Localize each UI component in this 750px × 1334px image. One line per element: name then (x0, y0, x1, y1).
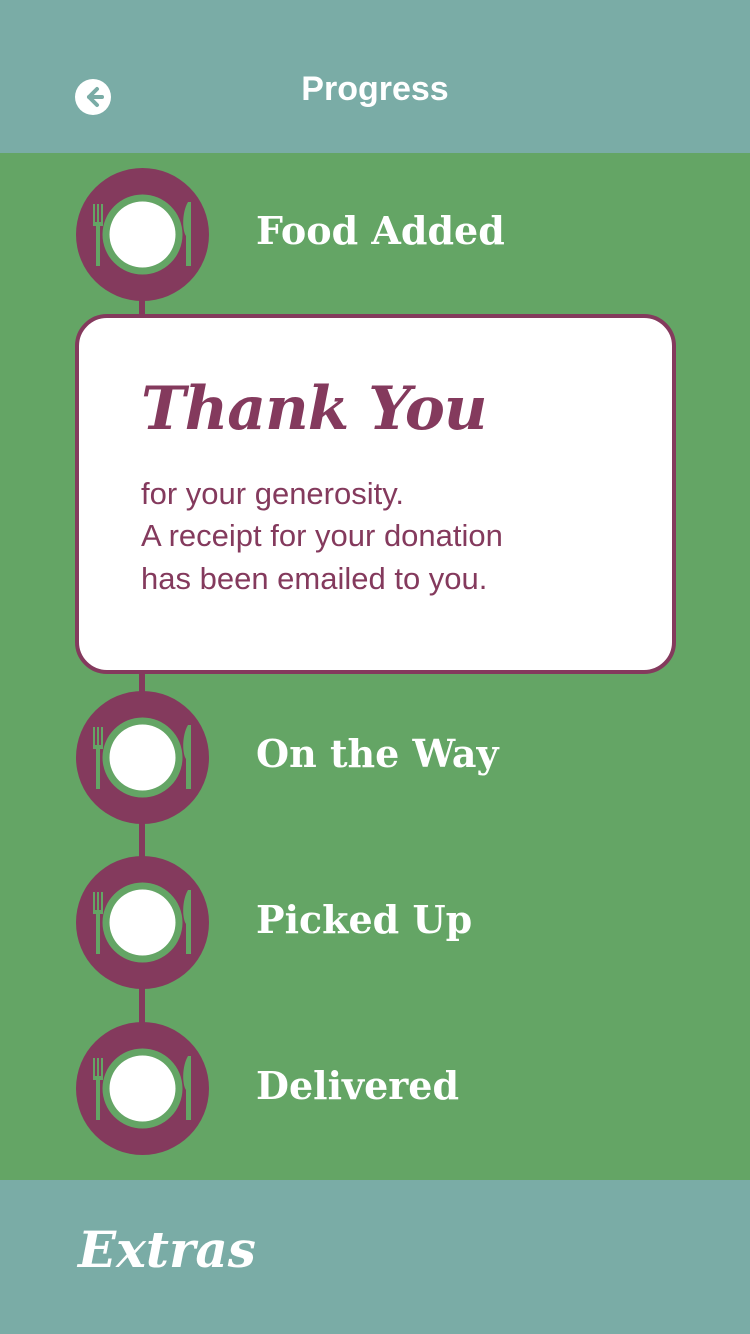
step-label-on-the-way: On the Way (256, 731, 499, 776)
thank-you-card: Thank You for your generosity. A receipt… (75, 314, 676, 674)
thank-you-heading: Thank You (141, 374, 487, 444)
plate-cutlery-icon (76, 856, 209, 989)
step-label-food-added: Food Added (256, 208, 505, 253)
thank-you-line: A receipt for your donation (141, 518, 503, 553)
thank-you-line: for your generosity. (141, 476, 405, 511)
step-label-delivered: Delivered (256, 1063, 460, 1108)
thank-you-line: has been emailed to you. (141, 561, 488, 596)
plate-cutlery-icon (76, 168, 209, 301)
plate-cutlery-icon (76, 691, 209, 824)
plate-cutlery-icon (76, 1022, 209, 1155)
step-label-picked-up: Picked Up (256, 897, 473, 942)
extras-button[interactable]: Extras (78, 1220, 256, 1279)
page-title: Progress (301, 70, 449, 108)
